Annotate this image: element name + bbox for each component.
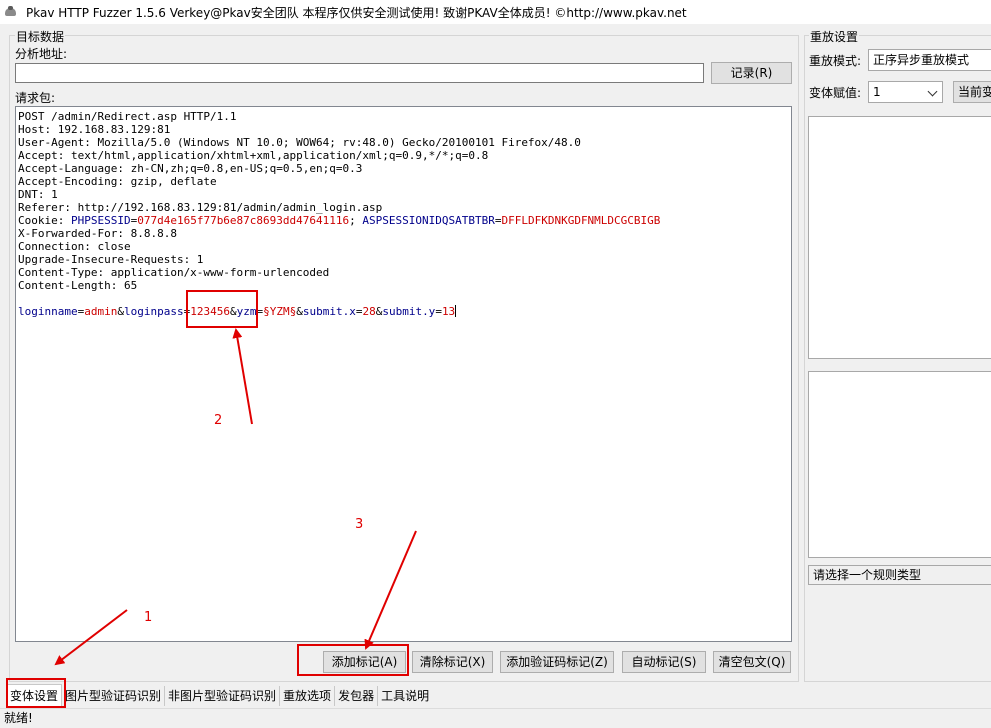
request-line: Host: 192.168.83.129:81	[18, 123, 789, 136]
request-text: DNT: 1	[18, 188, 58, 201]
param-key: submit.x	[302, 305, 356, 318]
rule-type-placeholder: 请选择一个规则类型	[813, 568, 922, 582]
window-title: Pkav HTTP Fuzzer 1.5.6 Verkey@Pkav安全团队 本…	[26, 5, 687, 20]
request-line: Referer: http://192.168.83.129:81/admin/…	[18, 201, 789, 214]
annotation-number-3: 3	[355, 517, 364, 532]
param-key: loginname	[18, 305, 78, 318]
tab-packet-sender[interactable]: 发包器	[335, 686, 379, 706]
current-var-button[interactable]: 当前变	[953, 81, 991, 103]
app-logo-icon	[4, 6, 18, 18]
title-bar: Pkav HTTP Fuzzer 1.5.6 Verkey@Pkav安全团队 本…	[0, 0, 991, 24]
param-value: 13	[441, 305, 456, 318]
auto-mark-button[interactable]: 自动标记(S)	[622, 651, 706, 673]
request-text: ;	[349, 214, 363, 227]
request-text: User-Agent: Mozilla/5.0 (Windows NT 10.0…	[18, 136, 581, 149]
param-value: 077d4e165f77b6e87c8693dd47641116	[137, 214, 350, 227]
annotation-highlight-password	[186, 290, 258, 328]
request-text: Upgrade-Insecure-Requests: 1	[18, 253, 204, 266]
var-assign-value: 1	[873, 85, 881, 99]
request-text: POST /admin/Redirect.asp HTTP/1.1	[18, 110, 237, 123]
param-value: §YZM§	[263, 305, 297, 318]
request-line: POST /admin/Redirect.asp HTTP/1.1	[18, 110, 789, 123]
variant-list[interactable]	[808, 116, 991, 359]
rule-list[interactable]	[808, 371, 991, 558]
status-bar: 就绪!	[0, 708, 991, 727]
request-text: Accept-Language: zh-CN,zh;q=0.8,en-US;q=…	[18, 162, 363, 175]
request-text: Accept-Encoding: gzip, deflate	[18, 175, 217, 188]
request-label: 请求包:	[15, 91, 56, 105]
var-assign-label: 变体赋值:	[809, 86, 862, 100]
rule-type-select[interactable]: 请选择一个规则类型	[808, 565, 991, 585]
request-text: Cookie:	[18, 214, 71, 227]
request-text: Content-Type: application/x-www-form-url…	[18, 266, 330, 279]
request-text: X-Forwarded-For: 8.8.8.8	[18, 227, 177, 240]
tab-non-image-captcha[interactable]: 非图片型验证码识别	[165, 686, 281, 706]
request-text: Content-Length: 65	[18, 279, 138, 292]
address-label: 分析地址:	[15, 47, 68, 61]
replay-mode-value: 正序异步重放模式	[873, 53, 970, 67]
request-text: Host: 192.168.83.129:81	[18, 123, 171, 136]
annotation-highlight-variant-tab	[6, 678, 66, 708]
clear-mark-button[interactable]: 清除标记(X)	[412, 651, 493, 673]
record-button[interactable]: 记录(R)	[711, 62, 792, 84]
request-text: &	[296, 305, 303, 318]
replay-group-label: 重放设置	[809, 28, 860, 45]
request-line: Connection: close	[18, 240, 789, 253]
param-value: DFFLDFKDNKGDFNMLDCGCBIGB	[501, 214, 661, 227]
target-group-label: 目标数据	[15, 28, 66, 45]
main-tabs: 变体设置 图片型验证码识别 非图片型验证码识别 重放选项 发包器 工具说明	[0, 682, 991, 706]
request-line: DNT: 1	[18, 188, 789, 201]
request-line	[18, 292, 789, 305]
text-caret	[455, 305, 457, 317]
address-input[interactable]	[15, 63, 704, 83]
var-assign-select[interactable]: 1	[868, 81, 943, 103]
annotation-number-1: 1	[144, 610, 153, 625]
tab-image-captcha[interactable]: 图片型验证码识别	[62, 686, 166, 706]
request-text: Connection: close	[18, 240, 131, 253]
param-value: admin	[84, 305, 118, 318]
request-text: &	[117, 305, 124, 318]
add-captcha-mark-button[interactable]: 添加验证码标记(Z)	[500, 651, 614, 673]
request-line: Upgrade-Insecure-Requests: 1	[18, 253, 789, 266]
request-text: =	[435, 305, 442, 318]
param-key: ASPSESSIONIDQSATBTBR	[362, 214, 495, 227]
request-line: Cookie: PHPSESSID=077d4e165f77b6e87c8693…	[18, 214, 789, 227]
replay-mode-label: 重放模式:	[809, 54, 862, 68]
request-line: Accept: text/html,application/xhtml+xml,…	[18, 149, 789, 162]
request-text: Accept: text/html,application/xhtml+xml,…	[18, 149, 489, 162]
request-line: Accept-Encoding: gzip, deflate	[18, 175, 789, 188]
request-line: Content-Type: application/x-www-form-url…	[18, 266, 789, 279]
request-editor[interactable]: POST /admin/Redirect.asp HTTP/1.1 Host: 1…	[15, 106, 792, 642]
annotation-highlight-add-mark	[297, 644, 409, 676]
tab-replay-options[interactable]: 重放选项	[280, 686, 336, 706]
request-line: User-Agent: Mozilla/5.0 (Windows NT 10.0…	[18, 136, 789, 149]
param-key: submit.y	[382, 305, 436, 318]
annotation-number-2: 2	[214, 413, 223, 428]
clear-body-button[interactable]: 清空包文(Q)	[713, 651, 791, 673]
param-key: loginpass	[123, 305, 184, 318]
request-line: loginname=admin&loginpass=123456&yzm=§YZ…	[18, 305, 789, 318]
chevron-down-icon	[927, 86, 938, 97]
request-line: X-Forwarded-For: 8.8.8.8	[18, 227, 789, 240]
param-value: 28	[362, 305, 376, 318]
param-key: PHPSESSID	[70, 214, 131, 227]
tab-tool-info[interactable]: 工具说明	[378, 686, 432, 706]
request-line: Accept-Language: zh-CN,zh;q=0.8,en-US;q=…	[18, 162, 789, 175]
request-text: Referer: http://192.168.83.129:81/admin/…	[18, 201, 383, 214]
replay-mode-select[interactable]: 正序异步重放模式	[868, 49, 991, 71]
request-line: Content-Length: 65	[18, 279, 789, 292]
